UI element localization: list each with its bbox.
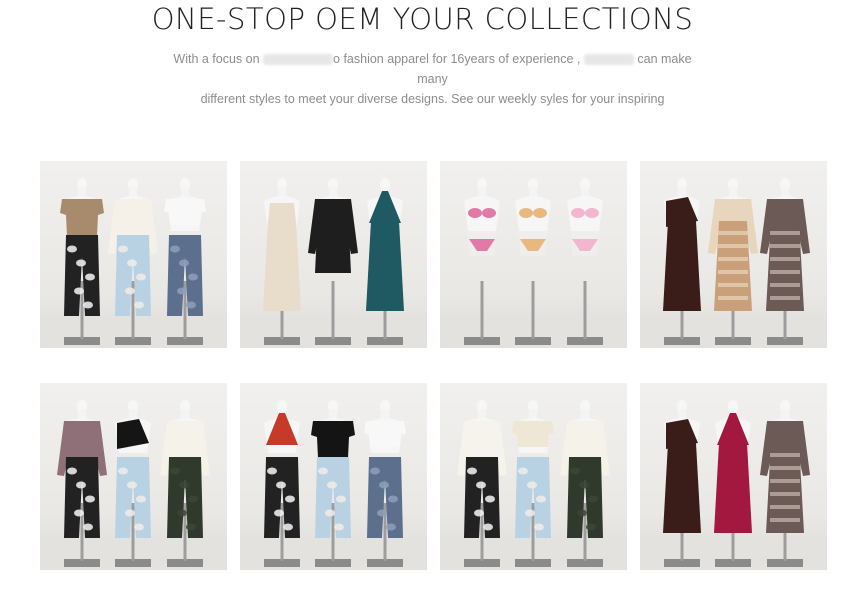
- mannequin: [560, 400, 610, 567]
- mannequin: [164, 178, 206, 345]
- product-photo: [240, 178, 427, 348]
- mannequin: [311, 400, 355, 567]
- mannequin: [366, 178, 404, 345]
- intro-text-part1: With a focus on: [173, 52, 260, 66]
- intro-text-part2: o fashion apparel for 16years of experie…: [333, 52, 581, 66]
- photo-cutout-dress-set[interactable]: [640, 161, 827, 348]
- mannequin: [512, 400, 554, 567]
- mannequin: [60, 178, 104, 345]
- mannequin: [760, 178, 810, 345]
- mannequin: [714, 400, 752, 567]
- collection-gallery: [40, 161, 827, 570]
- mannequin: [115, 400, 151, 567]
- redacted-brand-name: [263, 54, 334, 66]
- intro-text: With a focus on o fashion apparel for 16…: [160, 49, 705, 109]
- mannequin: [364, 400, 406, 567]
- mannequin: [567, 178, 603, 345]
- mannequin: [708, 178, 758, 345]
- product-photo: [440, 178, 627, 348]
- photo-dresses-set[interactable]: [240, 161, 427, 348]
- photo-bikini-set[interactable]: [440, 161, 627, 348]
- product-photo: [640, 178, 827, 348]
- mannequin: [464, 178, 500, 345]
- mannequin: [515, 178, 551, 345]
- photo-knit-top-cow-print-pants-set[interactable]: [40, 161, 227, 348]
- mannequin: [457, 400, 507, 567]
- page-title: ONE-STOP OEM YOUR COLLECTIONS: [151, 2, 694, 36]
- mannequin: [263, 178, 301, 345]
- product-photo: [440, 400, 627, 570]
- mannequin: [160, 400, 210, 567]
- product-photo: [40, 400, 227, 570]
- mannequin: [108, 178, 158, 345]
- photo-halter-tee-pants-set[interactable]: [240, 383, 427, 570]
- photo-mixed-tops-pants-set[interactable]: [40, 383, 227, 570]
- intro-text-line2: different styles to meet your diverse de…: [200, 92, 665, 106]
- mannequin: [308, 178, 358, 345]
- mannequin: [663, 400, 701, 567]
- product-photo: [40, 178, 227, 348]
- product-photo: [640, 400, 827, 570]
- photo-white-tops-pants-set[interactable]: [440, 383, 627, 570]
- mannequin: [264, 400, 300, 567]
- redacted-company-name: [583, 54, 634, 66]
- mannequin: [760, 400, 810, 567]
- photo-red-cutout-dress-set[interactable]: [640, 383, 827, 570]
- mannequin: [57, 400, 107, 567]
- product-photo: [240, 400, 427, 570]
- mannequin: [663, 178, 701, 345]
